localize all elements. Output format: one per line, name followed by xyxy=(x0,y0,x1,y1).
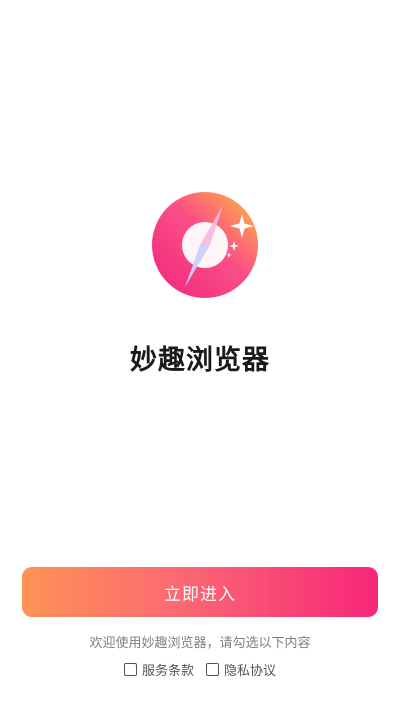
privacy-label[interactable]: 隐私协议 xyxy=(224,660,276,679)
enter-now-button[interactable]: 立即进入 xyxy=(22,567,378,617)
compass-icon xyxy=(152,192,258,298)
privacy-policy-option[interactable]: 隐私协议 xyxy=(206,660,276,679)
app-name: 妙趣浏览器 xyxy=(130,345,270,376)
agreement-options: 服务条款 隐私协议 xyxy=(0,660,400,679)
privacy-checkbox[interactable] xyxy=(206,663,219,676)
terms-of-service-option[interactable]: 服务条款 xyxy=(123,660,194,679)
consent-prompt: 欢迎使用妙趣浏览器，请勾选以下内容 xyxy=(89,636,311,651)
splash-screen: 妙趣浏览器 立即进入 欢迎使用妙趣浏览器，请勾选以下内容 服务条款 隐私协议 xyxy=(0,0,400,711)
terms-checkbox[interactable] xyxy=(123,663,137,676)
terms-label[interactable]: 服务条款 xyxy=(142,660,194,679)
